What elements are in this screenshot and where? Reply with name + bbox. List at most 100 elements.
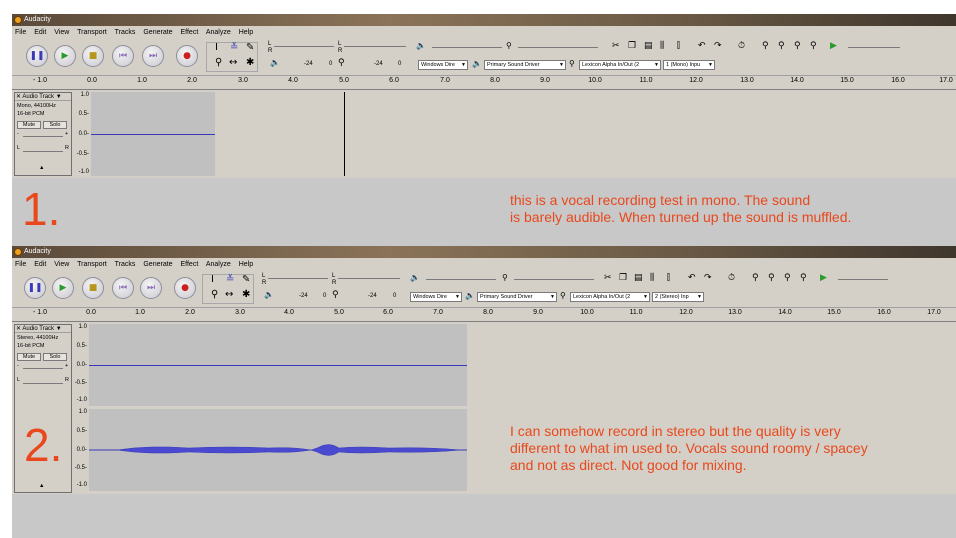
menu-analyze[interactable]: Analyze — [206, 261, 231, 268]
redo-icon[interactable]: ↷ — [704, 273, 712, 283]
zoom-in-icon[interactable]: ⚲ — [762, 41, 769, 51]
menu-transport[interactable]: Transport — [77, 261, 107, 268]
cut-icon[interactable]: ✂ — [604, 273, 612, 283]
timeshift-tool-icon[interactable]: ↔ — [229, 57, 237, 68]
envelope-tool-icon[interactable]: ≚ — [226, 274, 234, 285]
play-at-speed-icon[interactable]: ▶ — [830, 41, 837, 51]
solo-button[interactable]: Solo — [43, 353, 67, 361]
skip-end-button[interactable]: ⏭ — [140, 277, 162, 299]
menu-tracks[interactable]: Tracks — [115, 261, 136, 268]
menu-help[interactable]: Help — [239, 261, 253, 268]
trim-icon[interactable]: ⫼ — [660, 41, 664, 51]
zoom-tool-icon[interactable]: ⚲ — [215, 57, 222, 68]
pause-button[interactable]: ❚❚ — [26, 45, 48, 67]
cut-icon[interactable]: ✂ — [612, 41, 620, 51]
pan-slider[interactable] — [23, 383, 63, 384]
track-control-panel[interactable]: ✕ Audio Track ▼ Mono, 44100Hz 16-bit PCM… — [14, 92, 72, 176]
sync-lock-icon[interactable]: ⏱ — [728, 273, 735, 283]
stop-button[interactable]: ■ — [82, 277, 104, 299]
menu-generate[interactable]: Generate — [143, 29, 172, 36]
copy-icon[interactable]: ❐ — [619, 273, 627, 283]
undo-icon[interactable]: ↶ — [688, 273, 696, 283]
paste-icon[interactable]: ▤ — [644, 41, 653, 51]
pause-button[interactable]: ❚❚ — [24, 277, 46, 299]
zoom-out-icon[interactable]: ⚲ — [778, 41, 785, 51]
trim-icon[interactable]: ⫼ — [650, 273, 654, 283]
play-speed-slider[interactable] — [838, 279, 888, 280]
input-device-select[interactable]: Lexicon Alpha In/Out (2 ▼ — [570, 292, 650, 302]
draw-tool-icon[interactable]: ✎ — [246, 42, 254, 53]
menu-view[interactable]: View — [54, 261, 69, 268]
speaker-icon[interactable]: 🔈 — [264, 290, 274, 299]
input-device-select[interactable]: Lexicon Alpha In/Out (2 ▼ — [579, 60, 661, 70]
fit-project-icon[interactable]: ⚲ — [810, 41, 817, 51]
skip-start-button[interactable]: ⏮ — [112, 45, 134, 67]
menu-tracks[interactable]: Tracks — [115, 29, 136, 36]
audio-host-select[interactable]: Windows Dire ▼ — [418, 60, 468, 70]
zoom-in-icon[interactable]: ⚲ — [752, 273, 759, 283]
envelope-tool-icon[interactable]: ≚ — [230, 42, 238, 53]
stop-button[interactable]: ■ — [82, 45, 104, 67]
zoom-out-icon[interactable]: ⚲ — [768, 273, 775, 283]
output-device-select[interactable]: Primary Sound Driver ▼ — [484, 60, 566, 70]
track-name-menu[interactable]: ✕ Audio Track ▼ — [15, 325, 71, 333]
timeline-ruler[interactable]: - 1.0 0.0 1.0 2.0 3.0 4.0 5.0 6.0 7.0 8.… — [12, 76, 956, 90]
multi-tool-icon[interactable]: ✱ — [242, 289, 250, 300]
output-volume-slider[interactable] — [426, 279, 496, 280]
fit-selection-icon[interactable]: ⚲ — [794, 41, 801, 51]
collapse-icon[interactable]: ▲ — [39, 165, 44, 171]
pan-slider[interactable] — [23, 151, 63, 152]
empty-timeline[interactable] — [215, 92, 956, 176]
selection-tool-icon[interactable]: I — [211, 274, 214, 285]
sync-lock-icon[interactable]: ⏱ — [738, 41, 745, 51]
menu-edit[interactable]: Edit — [34, 261, 46, 268]
collapse-icon[interactable]: ▲ — [39, 483, 44, 489]
output-device-select[interactable]: Primary Sound Driver ▼ — [477, 292, 557, 302]
gain-slider[interactable] — [23, 136, 63, 137]
timeline-ruler[interactable]: - 1.0 0.0 1.0 2.0 3.0 4.0 5.0 6.0 7.0 8.… — [12, 308, 956, 322]
paste-icon[interactable]: ▤ — [634, 273, 643, 283]
speaker-icon[interactable]: 🔈 — [270, 58, 280, 67]
mute-button[interactable]: Mute — [17, 353, 41, 361]
menu-file[interactable]: File — [15, 29, 26, 36]
track-name-menu[interactable]: ✕ Audio Track ▼ — [15, 93, 71, 101]
microphone-icon[interactable]: ⚲ — [332, 290, 339, 300]
copy-icon[interactable]: ❐ — [628, 41, 636, 51]
menu-help[interactable]: Help — [239, 29, 253, 36]
menu-view[interactable]: View — [54, 29, 69, 36]
mute-button[interactable]: Mute — [17, 121, 41, 129]
record-button[interactable]: ● — [176, 45, 198, 67]
solo-button[interactable]: Solo — [43, 121, 67, 129]
play-speed-slider[interactable] — [848, 47, 900, 48]
multi-tool-icon[interactable]: ✱ — [246, 57, 254, 68]
fit-project-icon[interactable]: ⚲ — [800, 273, 807, 283]
zoom-tool-icon[interactable]: ⚲ — [211, 289, 218, 300]
redo-icon[interactable]: ↷ — [714, 41, 722, 51]
menu-effect[interactable]: Effect — [181, 261, 199, 268]
skip-end-button[interactable]: ⏭ — [142, 45, 164, 67]
play-button[interactable]: ▶ — [52, 277, 74, 299]
record-button[interactable]: ● — [174, 277, 196, 299]
silence-icon[interactable]: ⫿ — [677, 41, 680, 51]
silence-icon[interactable]: ⫿ — [667, 273, 670, 283]
menu-generate[interactable]: Generate — [143, 261, 172, 268]
undo-icon[interactable]: ↶ — [698, 41, 706, 51]
selection-tool-icon[interactable]: I — [215, 42, 218, 53]
audio-host-select[interactable]: Windows Dire ▼ — [410, 292, 462, 302]
microphone-icon[interactable]: ⚲ — [338, 58, 345, 68]
menu-effect[interactable]: Effect — [181, 29, 199, 36]
input-channels-select[interactable]: 2 (Stereo) Inp ▼ — [652, 292, 704, 302]
fit-selection-icon[interactable]: ⚲ — [784, 273, 791, 283]
play-at-speed-icon[interactable]: ▶ — [820, 273, 827, 283]
play-button[interactable]: ▶ — [54, 45, 76, 67]
input-channels-select[interactable]: 1 (Mono) Inpu ▼ — [663, 60, 715, 70]
skip-start-button[interactable]: ⏮ — [112, 277, 134, 299]
output-volume-slider[interactable] — [432, 47, 502, 48]
input-volume-slider[interactable] — [514, 279, 594, 280]
menu-file[interactable]: File — [15, 261, 26, 268]
menu-edit[interactable]: Edit — [34, 29, 46, 36]
draw-tool-icon[interactable]: ✎ — [242, 274, 250, 285]
input-volume-slider[interactable] — [518, 47, 598, 48]
timeshift-tool-icon[interactable]: ↔ — [225, 289, 233, 300]
menu-analyze[interactable]: Analyze — [206, 29, 231, 36]
